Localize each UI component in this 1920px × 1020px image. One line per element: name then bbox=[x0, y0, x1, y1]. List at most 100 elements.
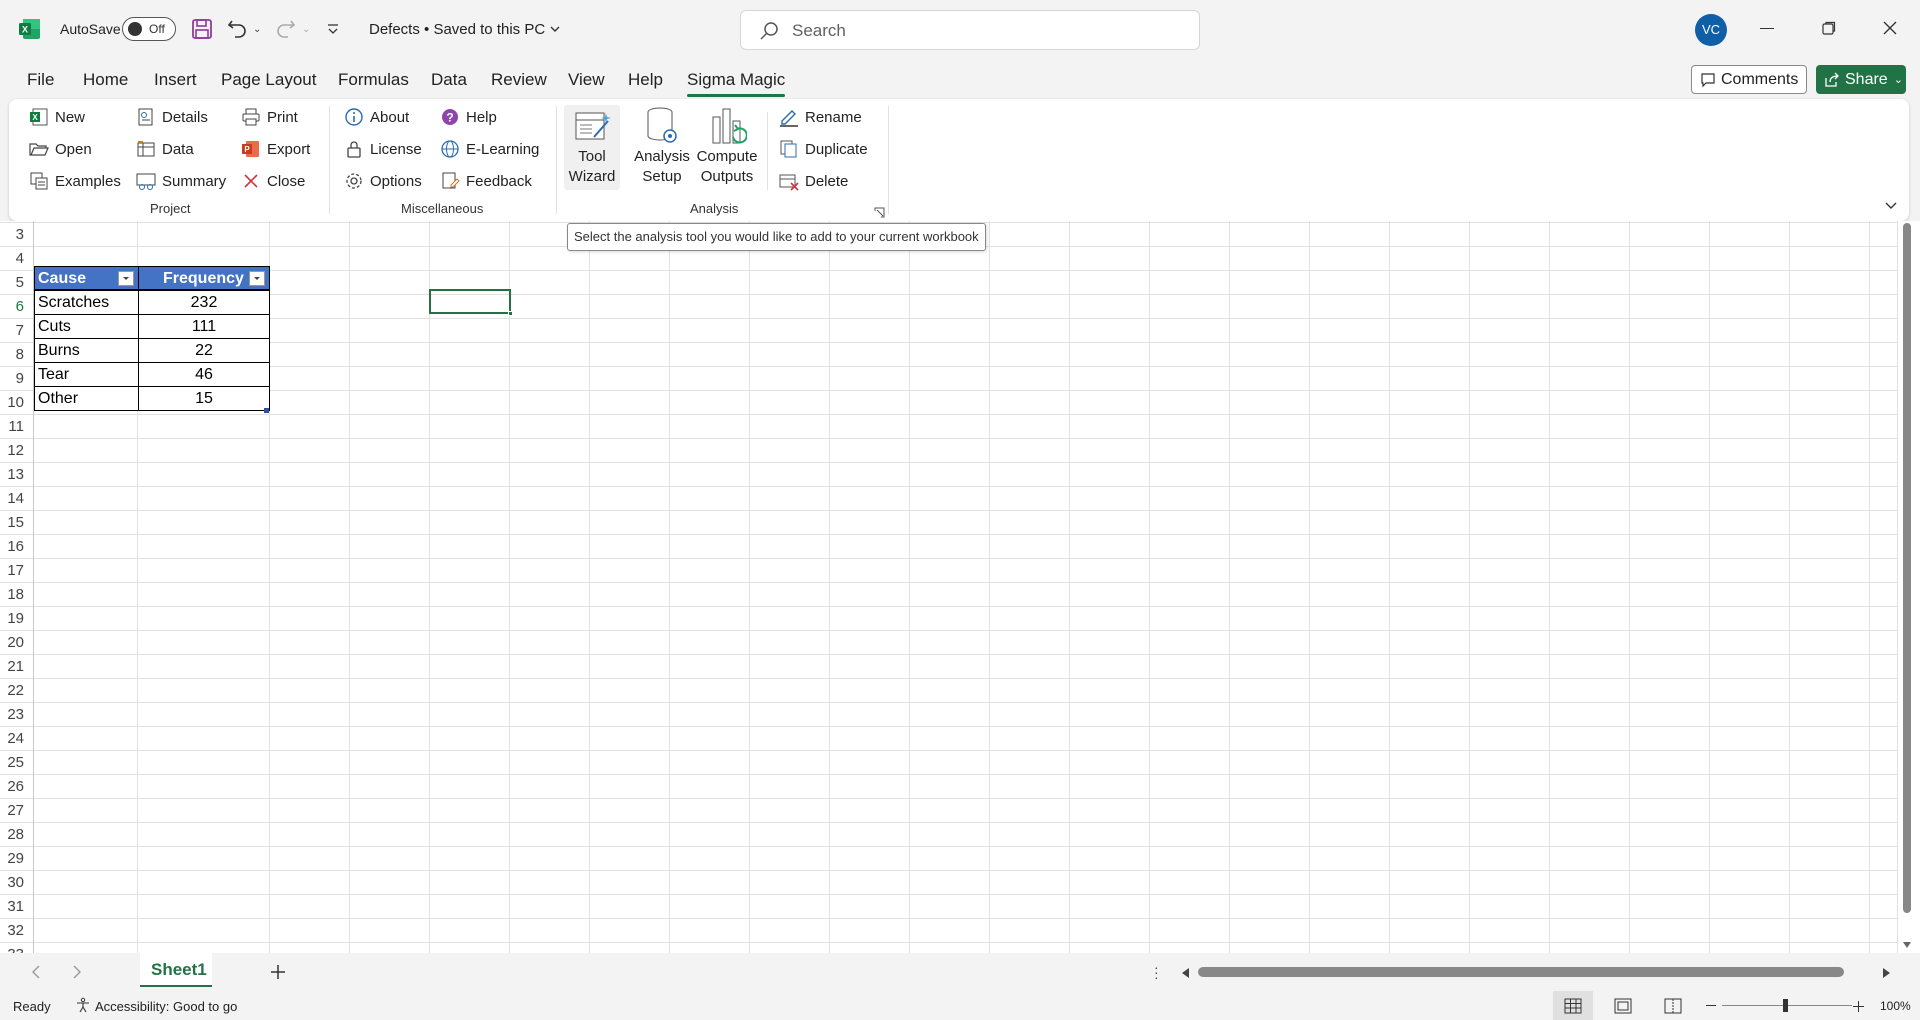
collapse-ribbon-icon[interactable] bbox=[1884, 197, 1898, 209]
close-button[interactable]: Close bbox=[241, 168, 305, 194]
row-header[interactable]: 24 bbox=[0, 730, 34, 747]
tab-review[interactable]: Review bbox=[491, 70, 547, 90]
delete-button[interactable]: Delete bbox=[779, 168, 848, 194]
row-header[interactable]: 30 bbox=[0, 874, 34, 891]
accessibility-status[interactable]: Accessibility: Good to go bbox=[95, 999, 237, 1014]
row-header[interactable]: 27 bbox=[0, 802, 34, 819]
new-button[interactable]: X New bbox=[29, 104, 85, 130]
scroll-right-arrow-icon[interactable] bbox=[1881, 966, 1891, 984]
table-cell-cause[interactable]: Other bbox=[34, 386, 139, 411]
print-button[interactable]: Print bbox=[241, 104, 298, 130]
about-button[interactable]: About bbox=[344, 104, 409, 130]
redo-icon[interactable] bbox=[275, 17, 297, 39]
tab-help[interactable]: Help bbox=[628, 70, 663, 90]
row-header[interactable]: 33 bbox=[0, 946, 34, 953]
normal-view-icon[interactable] bbox=[1553, 991, 1593, 1020]
row-header[interactable]: 31 bbox=[0, 898, 34, 915]
e-learning-button[interactable]: E-Learning bbox=[440, 136, 539, 162]
zoom-slider[interactable] bbox=[1722, 999, 1852, 1012]
table-header-cause[interactable]: Cause bbox=[34, 266, 139, 290]
row-header[interactable]: 9 bbox=[0, 370, 34, 387]
row-header[interactable]: 19 bbox=[0, 610, 34, 627]
row-header[interactable]: 25 bbox=[0, 754, 34, 771]
tab-page-layout[interactable]: Page Layout bbox=[221, 70, 316, 90]
row-header[interactable]: 11 bbox=[0, 418, 34, 435]
row-header[interactable]: 32 bbox=[0, 922, 34, 939]
filter-dropdown-icon[interactable] bbox=[118, 271, 134, 286]
table-cell-cause[interactable]: Cuts bbox=[34, 314, 139, 339]
sheet-tab-sheet1[interactable]: Sheet1 bbox=[140, 953, 212, 987]
fill-handle[interactable] bbox=[508, 311, 513, 316]
zoom-in-icon[interactable] bbox=[1853, 999, 1864, 1017]
user-avatar[interactable]: VC bbox=[1695, 14, 1727, 46]
table-cell-frequency[interactable]: 111 bbox=[138, 314, 270, 339]
more-options-icon[interactable]: · · · bbox=[1154, 960, 1159, 984]
summary-button[interactable]: Summary bbox=[136, 168, 226, 194]
row-header[interactable]: 7 bbox=[0, 322, 34, 339]
table-cell-cause[interactable]: Tear bbox=[34, 362, 139, 387]
details-button[interactable]: Details bbox=[136, 104, 208, 130]
row-header[interactable]: 23 bbox=[0, 706, 34, 723]
share-button[interactable]: Share ⌄ bbox=[1816, 65, 1906, 94]
tool-wizard-button[interactable]: Tool Wizard bbox=[564, 105, 620, 190]
zoom-level[interactable]: 100% bbox=[1880, 999, 1911, 1013]
feedback-button[interactable]: Feedback bbox=[440, 168, 532, 194]
row-header[interactable]: 5 bbox=[0, 274, 34, 291]
table-resize-handle[interactable] bbox=[264, 408, 269, 413]
options-button[interactable]: Options bbox=[344, 168, 422, 194]
analysis-setup-button[interactable]: Analysis Setup bbox=[633, 105, 691, 187]
add-sheet-icon[interactable] bbox=[270, 964, 286, 985]
undo-dropdown-icon[interactable]: ⌄ bbox=[253, 24, 261, 35]
vertical-scrollbar[interactable] bbox=[1898, 221, 1920, 953]
restore-icon[interactable] bbox=[1822, 21, 1836, 35]
row-header[interactable]: 4 bbox=[0, 250, 34, 267]
previous-sheet-icon[interactable] bbox=[31, 965, 41, 984]
doc-title-chevron-icon[interactable] bbox=[549, 22, 561, 34]
row-header[interactable]: 18 bbox=[0, 586, 34, 603]
data-button[interactable]: Data bbox=[136, 136, 194, 162]
row-header[interactable]: 17 bbox=[0, 562, 34, 579]
table-header-frequency[interactable]: Frequency bbox=[138, 266, 270, 290]
row-header[interactable]: 22 bbox=[0, 682, 34, 699]
accessibility-icon[interactable] bbox=[75, 997, 91, 1018]
table-cell-cause[interactable]: Burns bbox=[34, 338, 139, 363]
redo-dropdown-icon[interactable]: ⌄ bbox=[302, 24, 310, 35]
row-header[interactable]: 3 bbox=[0, 226, 34, 243]
zoom-out-icon[interactable] bbox=[1706, 1005, 1716, 1006]
tab-view[interactable]: View bbox=[568, 70, 605, 90]
row-header[interactable]: 8 bbox=[0, 346, 34, 363]
row-header[interactable]: 6 bbox=[0, 298, 34, 315]
save-icon[interactable] bbox=[192, 19, 212, 39]
document-title[interactable]: Defects • Saved to this PC bbox=[369, 21, 545, 38]
row-header[interactable]: 20 bbox=[0, 634, 34, 651]
compute-outputs-button[interactable]: Compute Outputs bbox=[694, 105, 760, 187]
tab-data[interactable]: Data bbox=[431, 70, 467, 90]
table-cell-frequency[interactable]: 22 bbox=[138, 338, 270, 363]
row-header[interactable]: 15 bbox=[0, 514, 34, 531]
undo-icon[interactable] bbox=[226, 17, 248, 39]
page-break-view-icon[interactable] bbox=[1664, 998, 1682, 1019]
row-header[interactable]: 12 bbox=[0, 442, 34, 459]
tab-home[interactable]: Home bbox=[83, 70, 128, 90]
comments-button[interactable]: Comments bbox=[1691, 65, 1807, 94]
next-sheet-icon[interactable] bbox=[72, 965, 82, 984]
autosave-toggle[interactable]: Off bbox=[122, 17, 176, 41]
scroll-left-arrow-icon[interactable] bbox=[1181, 966, 1191, 984]
row-header[interactable]: 26 bbox=[0, 778, 34, 795]
tab-sigma-magic[interactable]: Sigma Magic bbox=[687, 70, 785, 90]
row-header[interactable]: 28 bbox=[0, 826, 34, 843]
table-cell-cause[interactable]: Scratches bbox=[34, 290, 139, 315]
help-button[interactable]: ? Help bbox=[440, 104, 497, 130]
selected-cell[interactable] bbox=[429, 289, 511, 314]
tab-file[interactable]: File bbox=[27, 70, 54, 90]
minimize-icon[interactable] bbox=[1760, 28, 1774, 29]
table-cell-frequency[interactable]: 46 bbox=[138, 362, 270, 387]
close-window-icon[interactable] bbox=[1883, 21, 1897, 35]
row-header[interactable]: 21 bbox=[0, 658, 34, 675]
tab-formulas[interactable]: Formulas bbox=[338, 70, 409, 90]
vertical-scrollbar-thumb[interactable] bbox=[1903, 223, 1911, 913]
export-button[interactable]: P Export bbox=[241, 136, 310, 162]
license-button[interactable]: License bbox=[344, 136, 422, 162]
row-header[interactable]: 13 bbox=[0, 466, 34, 483]
dialog-launcher-icon[interactable] bbox=[874, 205, 885, 218]
